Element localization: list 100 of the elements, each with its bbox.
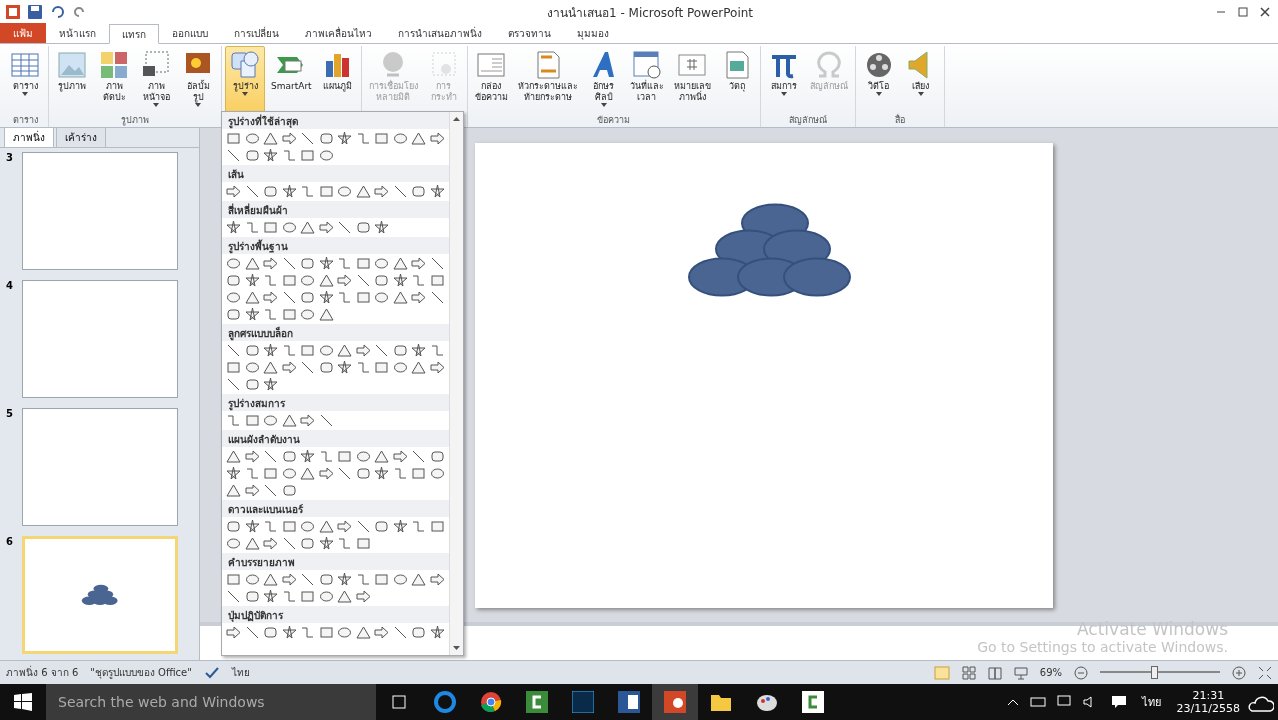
- shape-icon[interactable]: [317, 147, 335, 164]
- shape-icon[interactable]: [336, 465, 353, 482]
- shape-icon[interactable]: [354, 342, 372, 359]
- shape-icon[interactable]: [428, 359, 446, 376]
- shape-icon[interactable]: [243, 482, 261, 499]
- shape-icon[interactable]: [317, 219, 335, 236]
- shape-icon[interactable]: [299, 272, 316, 289]
- slide-thumbnail[interactable]: [22, 152, 178, 270]
- shape-icon[interactable]: [280, 219, 298, 236]
- shape-icon[interactable]: [299, 571, 316, 588]
- slide-thumbnail[interactable]: [22, 536, 178, 654]
- slide-thumbnail[interactable]: [22, 280, 178, 398]
- notification-icon[interactable]: [1109, 695, 1128, 709]
- slide-thumbnail[interactable]: [22, 408, 178, 526]
- ribbon-tab[interactable]: แทรก: [109, 24, 159, 44]
- shape-icon[interactable]: [225, 465, 242, 482]
- shape-icon[interactable]: [225, 306, 242, 323]
- panel-tab[interactable]: เค้าร่าง: [56, 127, 106, 147]
- shape-icon[interactable]: [354, 219, 372, 236]
- ribbon-tab[interactable]: การนำเสนอภาพนิ่ง: [385, 23, 495, 43]
- shape-icon[interactable]: [354, 448, 372, 465]
- camtasia-icon[interactable]: [802, 691, 824, 713]
- shape-icon[interactable]: [225, 289, 242, 306]
- shape-icon[interactable]: [225, 342, 242, 359]
- undo-icon[interactable]: [50, 5, 64, 19]
- clock-time[interactable]: 21:31: [1176, 689, 1240, 702]
- shape-icon[interactable]: [262, 624, 279, 641]
- shape-icon[interactable]: [225, 624, 242, 641]
- shape-icon[interactable]: [262, 412, 279, 429]
- shape-icon[interactable]: [243, 448, 261, 465]
- maximize-icon[interactable]: [1236, 5, 1250, 19]
- word-icon[interactable]: [618, 691, 640, 713]
- ribbon-button[interactable]: วัตถุ: [716, 46, 757, 113]
- ribbon-tab[interactable]: หน้าแรก: [46, 23, 109, 43]
- shape-icon[interactable]: [299, 535, 316, 552]
- ribbon-tab[interactable]: การเปลี่ยน: [221, 23, 292, 43]
- ribbon-button[interactable]: อักษร ศิลป์: [583, 46, 624, 113]
- shape-icon[interactable]: [243, 289, 261, 306]
- ribbon-button[interactable]: กล่อง ข้อความ: [470, 46, 512, 113]
- chevron-up-icon[interactable]: [1005, 697, 1020, 707]
- shape-icon[interactable]: [243, 272, 261, 289]
- shape-icon[interactable]: [262, 359, 279, 376]
- panel-tab[interactable]: ภาพนิ่ง: [4, 127, 54, 147]
- shape-icon[interactable]: [317, 342, 335, 359]
- ribbon-button[interactable]: อัลบั้ม รูป: [178, 46, 218, 113]
- shape-icon[interactable]: [225, 376, 242, 393]
- shape-icon[interactable]: [262, 448, 279, 465]
- ribbon-button[interactable]: แผนภูมิ: [317, 46, 358, 113]
- shape-icon[interactable]: [354, 588, 372, 605]
- shape-icon[interactable]: [373, 624, 390, 641]
- shape-icon[interactable]: [280, 359, 298, 376]
- camtasia-icon[interactable]: [526, 691, 548, 713]
- shape-icon[interactable]: [428, 571, 446, 588]
- shape-icon[interactable]: [336, 359, 353, 376]
- file-tab[interactable]: แฟ้ม: [0, 23, 46, 43]
- shape-icon[interactable]: [391, 289, 409, 306]
- powerpoint-icon[interactable]: [664, 691, 686, 713]
- shape-icon[interactable]: [317, 465, 335, 482]
- battery-icon[interactable]: [1029, 696, 1048, 708]
- zoom-out-icon[interactable]: [1074, 665, 1088, 680]
- shape-icon[interactable]: [373, 255, 390, 272]
- shape-icon[interactable]: [391, 130, 409, 147]
- shape-icon[interactable]: [299, 412, 316, 429]
- ribbon-button[interactable]: วิดีโอ: [858, 46, 899, 113]
- shape-icon[interactable]: [336, 624, 353, 641]
- ribbon-tab[interactable]: มุมมอง: [564, 23, 622, 43]
- shape-icon[interactable]: [336, 272, 353, 289]
- shape-icon[interactable]: [391, 448, 409, 465]
- ribbon-button[interactable]: รูปร่าง: [225, 46, 265, 113]
- shape-icon[interactable]: [317, 272, 335, 289]
- ribbon-button[interactable]: ตาราง: [5, 46, 45, 113]
- shape-icon[interactable]: [225, 518, 242, 535]
- zoom-level[interactable]: 69%: [1039, 667, 1062, 678]
- edge-icon[interactable]: [434, 691, 456, 713]
- shape-icon[interactable]: [280, 571, 298, 588]
- slideshow-icon[interactable]: [1013, 665, 1028, 680]
- shape-icon[interactable]: [373, 518, 390, 535]
- shape-icon[interactable]: [391, 571, 409, 588]
- shape-icon[interactable]: [262, 482, 279, 499]
- search-field[interactable]: Search the web and Windows: [46, 684, 376, 720]
- input-language[interactable]: ไทย: [1141, 693, 1161, 711]
- photoshop-icon[interactable]: [572, 691, 594, 713]
- shape-icon[interactable]: [225, 588, 242, 605]
- task-view-icon[interactable]: [389, 694, 409, 710]
- shape-icon[interactable]: [299, 130, 316, 147]
- shape-icon[interactable]: [299, 465, 316, 482]
- shape-icon[interactable]: [410, 183, 427, 200]
- shape-icon[interactable]: [262, 183, 279, 200]
- language[interactable]: ไทย: [231, 665, 250, 680]
- shape-icon[interactable]: [336, 183, 353, 200]
- shape-icon[interactable]: [243, 130, 261, 147]
- clock-date[interactable]: 23/11/2558: [1176, 702, 1240, 715]
- ribbon-button[interactable]: สมการ: [763, 46, 804, 113]
- ribbon-button[interactable]: รูปภาพ: [52, 46, 92, 113]
- shape-icon[interactable]: [262, 289, 279, 306]
- shape-icon[interactable]: [280, 465, 298, 482]
- shape-icon[interactable]: [225, 183, 242, 200]
- shape-icon[interactable]: [373, 183, 390, 200]
- shape-icon[interactable]: [428, 130, 446, 147]
- shape-icon[interactable]: [317, 588, 335, 605]
